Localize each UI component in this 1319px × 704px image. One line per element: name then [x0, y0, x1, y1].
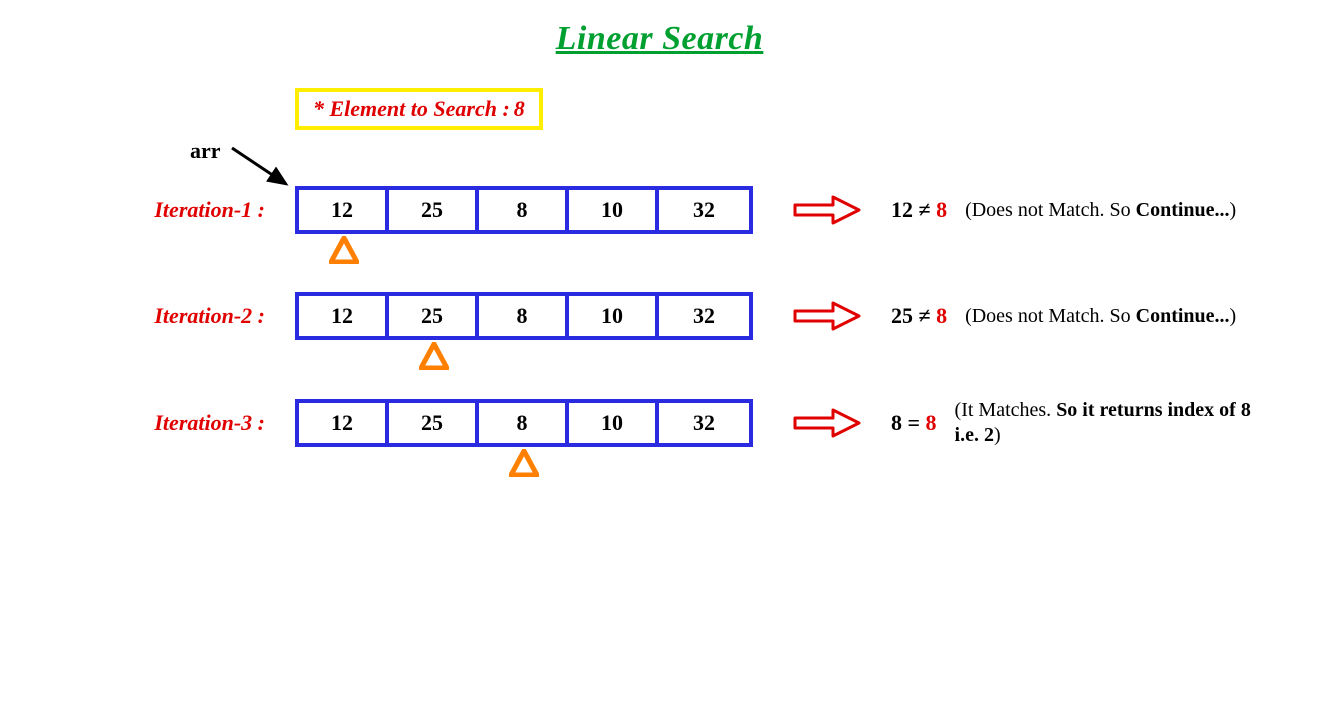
- array-cell: 10: [569, 403, 659, 443]
- note-pre: (It Matches.: [955, 399, 1057, 421]
- array-cell: 8: [479, 190, 569, 230]
- arrow-right-icon: [793, 301, 863, 331]
- array-cell: 12: [299, 296, 389, 336]
- arr-label: arr: [190, 138, 221, 164]
- compare-op: ≠: [913, 303, 936, 328]
- iteration-label: Iteration-2 :: [40, 303, 295, 329]
- array-cell: 32: [659, 403, 749, 443]
- array-cell: 25: [389, 296, 479, 336]
- array-cell: 12: [299, 403, 389, 443]
- array: 122581032: [295, 292, 753, 340]
- compare-left: 25: [891, 303, 913, 328]
- array: 122581032: [295, 186, 753, 234]
- iteration-row: Iteration-2 :12258103225 ≠ 8(Does not Ma…: [40, 292, 1279, 340]
- comparison: 8 = 8: [891, 410, 937, 436]
- array-cell: 32: [659, 296, 749, 336]
- pointer-triangle-icon: [329, 236, 359, 264]
- comparison: 25 ≠ 8: [891, 303, 947, 329]
- iteration-note: (It Matches. So it returns index of 8 i.…: [955, 398, 1279, 448]
- iteration-note: (Does not Match. So Continue...): [965, 304, 1236, 329]
- note-bold: Continue...: [1136, 199, 1230, 221]
- array-wrap: 122581032: [295, 292, 753, 340]
- search-label: * Element to Search :: [313, 96, 510, 121]
- compare-left: 12: [891, 197, 913, 222]
- array-wrap: 122581032: [295, 186, 753, 234]
- note-pre: (Does not Match. So: [965, 199, 1136, 221]
- search-target-box: * Element to Search : 8: [295, 88, 543, 130]
- compare-left: 8: [891, 410, 902, 435]
- iteration-row: Iteration-1 :12258103212 ≠ 8(Does not Ma…: [40, 186, 1279, 234]
- array-cell: 32: [659, 190, 749, 230]
- array-cell: 12: [299, 190, 389, 230]
- comparison: 12 ≠ 8: [891, 197, 947, 223]
- array-cell: 25: [389, 403, 479, 443]
- iteration-label: Iteration-3 :: [40, 410, 295, 436]
- compare-right: 8: [936, 303, 947, 328]
- array-cell: 10: [569, 296, 659, 336]
- array-cell: 25: [389, 190, 479, 230]
- pointer-triangle-icon: [419, 342, 449, 370]
- compare-right: 8: [926, 410, 937, 435]
- note-post: ): [1230, 199, 1237, 221]
- array: 122581032: [295, 399, 753, 447]
- note-post: ): [1230, 305, 1237, 327]
- search-value: 8: [514, 96, 525, 121]
- note-pre: (Does not Match. So: [965, 305, 1136, 327]
- pointer-triangle-icon: [509, 449, 539, 477]
- iteration-label: Iteration-1 :: [40, 197, 295, 223]
- compare-right: 8: [936, 197, 947, 222]
- note-post: ): [994, 424, 1001, 446]
- arrow-right-icon: [793, 408, 863, 438]
- array-cell: 8: [479, 403, 569, 443]
- arrow-down-right-icon: [228, 144, 298, 192]
- iteration-note: (Does not Match. So Continue...): [965, 198, 1236, 223]
- iteration-row: Iteration-3 :1225810328 = 8(It Matches. …: [40, 398, 1279, 448]
- note-bold: Continue...: [1136, 305, 1230, 327]
- compare-op: ≠: [913, 197, 936, 222]
- array-cell: 10: [569, 190, 659, 230]
- compare-op: =: [902, 410, 926, 435]
- arr-label-area: arr: [190, 138, 1279, 186]
- page-title: Linear Search: [40, 20, 1279, 58]
- arrow-right-icon: [793, 195, 863, 225]
- array-wrap: 122581032: [295, 399, 753, 447]
- array-cell: 8: [479, 296, 569, 336]
